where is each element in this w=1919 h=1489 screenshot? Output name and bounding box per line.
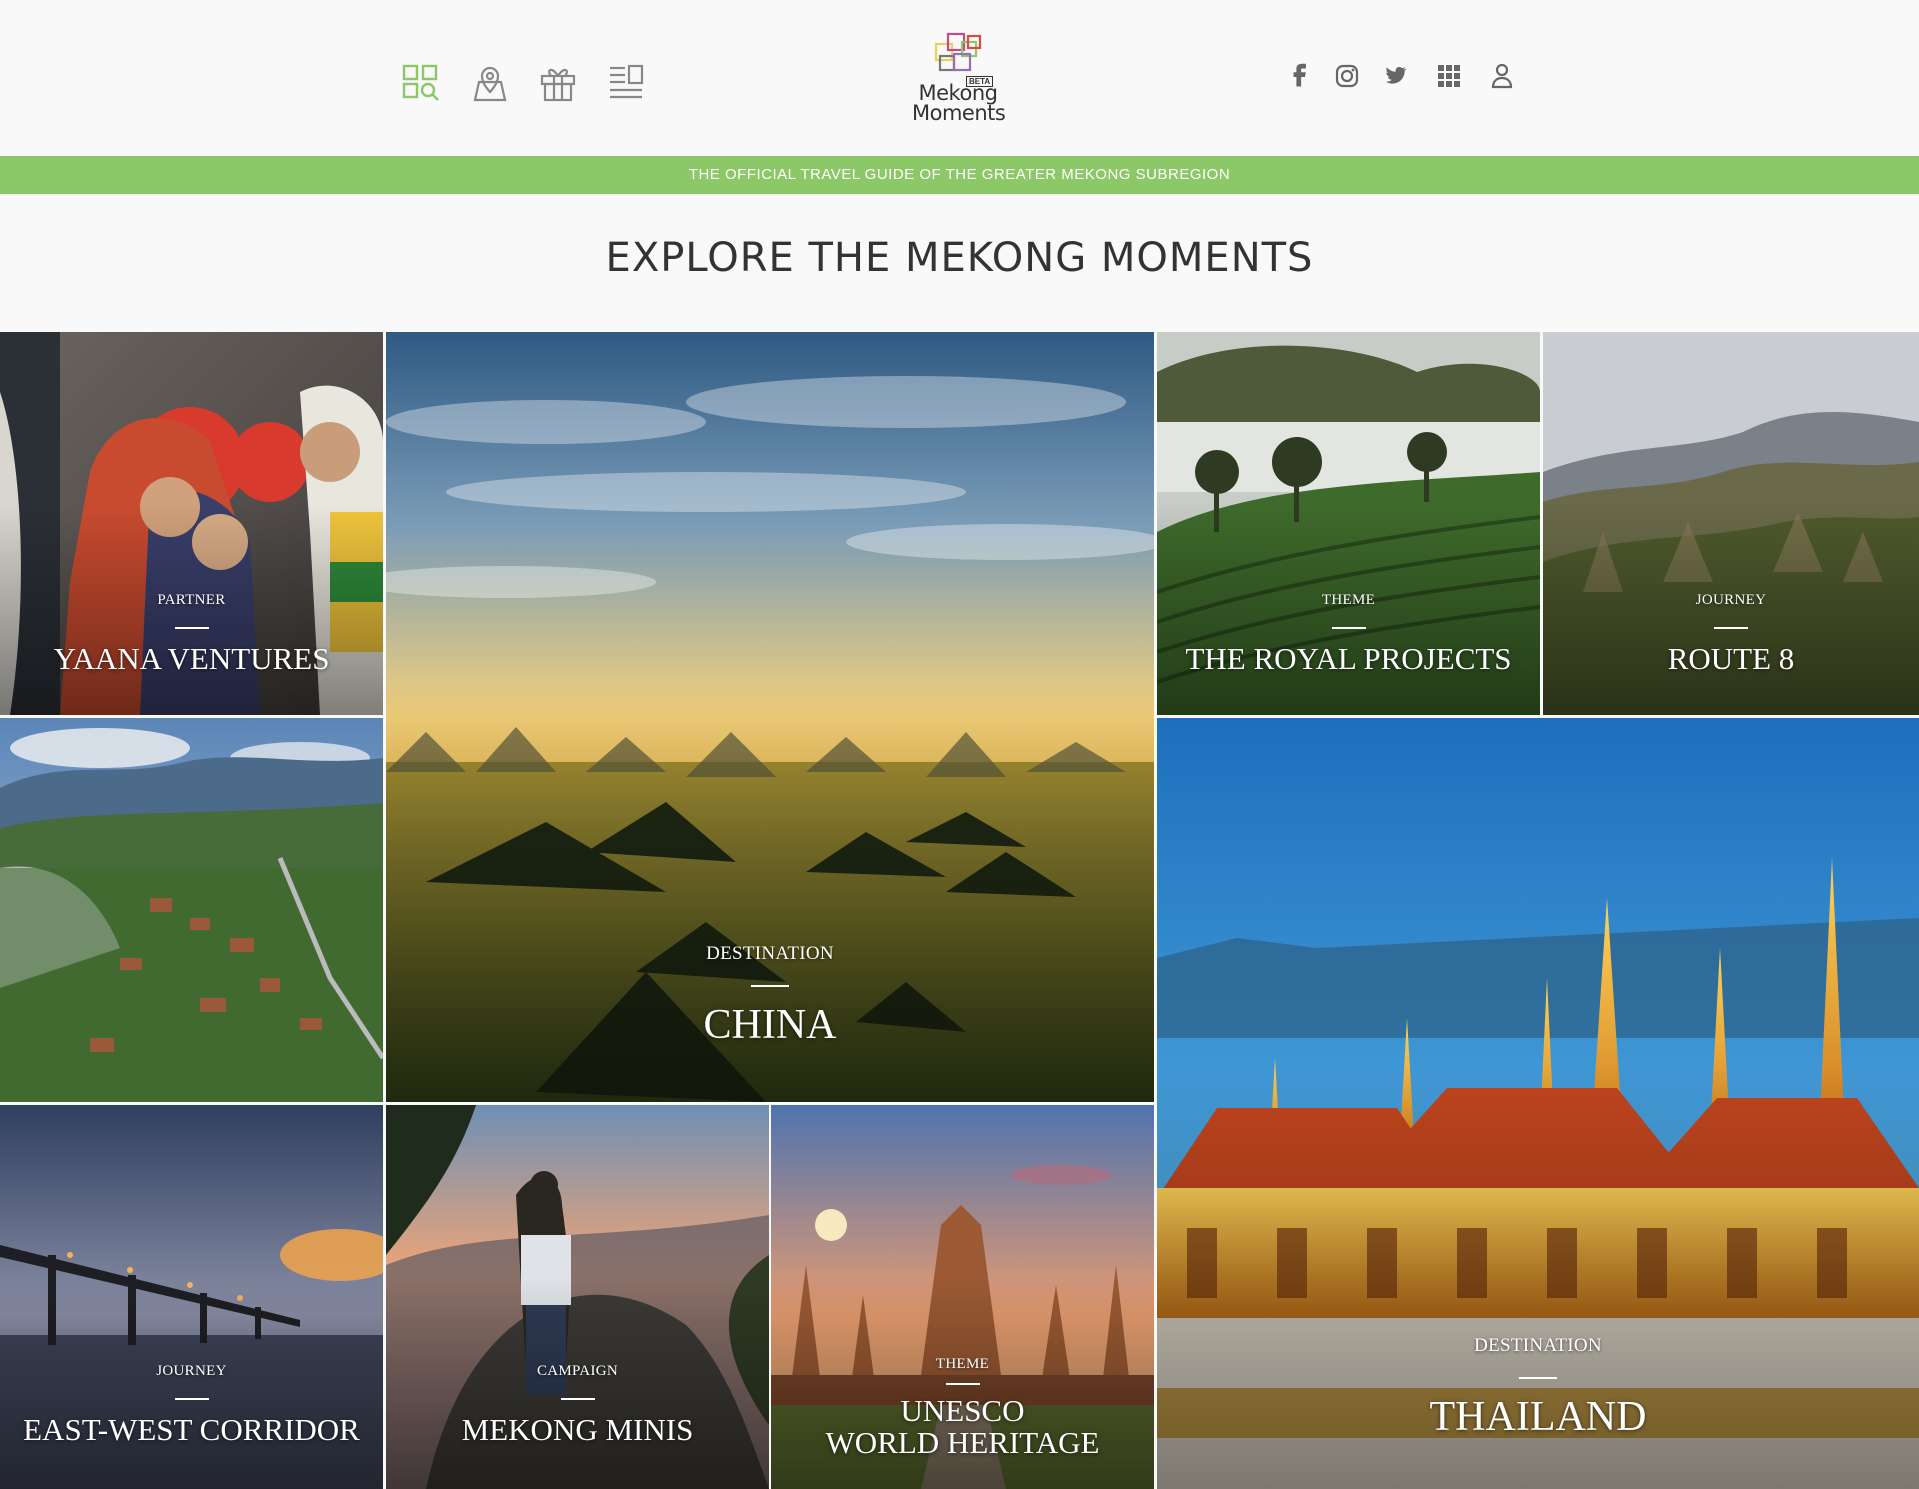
tile-thailand[interactable]: DESTINATION THAILAND: [1157, 718, 1919, 1489]
tile-category: THEME: [1321, 592, 1376, 608]
tile-title: CHINA: [703, 1002, 837, 1048]
logo-text-line2: Moments: [912, 101, 1006, 125]
tile-title: THAILAND: [1429, 1394, 1647, 1440]
tile-caption: DESTINATION CHINA: [386, 943, 1154, 1047]
tile-category: DESTINATION: [1474, 1335, 1602, 1356]
caption-divider: [1714, 627, 1748, 629]
tile-category: CAMPAIGN: [536, 1363, 619, 1379]
tile-unesco-world-heritage[interactable]: THEME UNESCO WORLD HERITAGE: [771, 1105, 1154, 1489]
tile-title: YAANA VENTURES: [53, 641, 330, 676]
tile-town-view[interactable]: [0, 718, 383, 1102]
twitter-icon[interactable]: [1380, 60, 1412, 92]
caption-divider: [174, 1398, 209, 1400]
tile-category: THEME: [935, 1356, 990, 1372]
caption-divider: [560, 1398, 595, 1400]
caption-divider: [174, 627, 209, 629]
caption-divider: [1519, 1377, 1557, 1379]
caption-divider: [1331, 627, 1366, 629]
tile-category: JOURNEY: [1695, 592, 1767, 608]
tile-china[interactable]: DESTINATION CHINA: [386, 332, 1154, 1102]
page-title: EXPLORE THE MEKONG MOMENTS: [605, 235, 1314, 281]
tile-caption: THEME UNESCO WORLD HERITAGE: [771, 1356, 1154, 1459]
apps-grid-icon[interactable]: [1433, 60, 1465, 92]
site-header: BETA Mekong Moments: [0, 0, 1919, 156]
tile-category: PARTNER: [157, 592, 226, 608]
tile-category: DESTINATION: [706, 943, 834, 964]
tile-royal-projects[interactable]: THEME THE ROYAL PROJECTS: [1157, 332, 1540, 715]
map-pin-icon[interactable]: [471, 62, 509, 102]
tile-title: EAST-WEST CORRIDOR: [23, 1412, 360, 1447]
tile-caption: DESTINATION THAILAND: [1157, 1335, 1919, 1439]
tile-title: ROUTE 8: [1667, 641, 1795, 676]
site-logo[interactable]: BETA Mekong Moments: [912, 30, 1006, 130]
tile-title: UNESCO WORLD HERITAGE: [825, 1393, 1100, 1460]
tile-east-west-corridor[interactable]: JOURNEY EAST-WEST CORRIDOR: [0, 1105, 383, 1489]
tile-caption: PARTNER YAANA VENTURES: [0, 592, 383, 675]
news-icon[interactable]: [607, 62, 645, 102]
tile-mekong-minis[interactable]: CAMPAIGN MEKONG MINIS: [386, 1105, 769, 1489]
caption-divider: [945, 1383, 980, 1385]
gift-icon[interactable]: [539, 62, 577, 102]
instagram-icon[interactable]: [1331, 60, 1363, 92]
tile-caption: JOURNEY ROUTE 8: [1543, 592, 1919, 675]
tile-caption: THEME THE ROYAL PROJECTS: [1157, 592, 1540, 675]
user-icon[interactable]: [1486, 60, 1518, 92]
discover-icon[interactable]: [402, 62, 440, 102]
tile-title: THE ROYAL PROJECTS: [1185, 641, 1512, 676]
tile-caption: JOURNEY EAST-WEST CORRIDOR: [0, 1363, 383, 1446]
tile-category: JOURNEY: [156, 1363, 227, 1379]
logo-mark: [934, 32, 982, 72]
caption-divider: [751, 985, 789, 987]
tile-caption: CAMPAIGN MEKONG MINIS: [386, 1363, 769, 1446]
tile-route-8[interactable]: JOURNEY ROUTE 8: [1543, 332, 1919, 715]
tile-yaana-ventures[interactable]: PARTNER YAANA VENTURES: [0, 332, 383, 715]
town-view-photo: [0, 718, 383, 1102]
facebook-icon[interactable]: [1285, 60, 1317, 92]
tagline-banner: THE OFFICIAL TRAVEL GUIDE OF THE GREATER…: [0, 156, 1919, 194]
tile-title: MEKONG MINIS: [461, 1412, 694, 1447]
